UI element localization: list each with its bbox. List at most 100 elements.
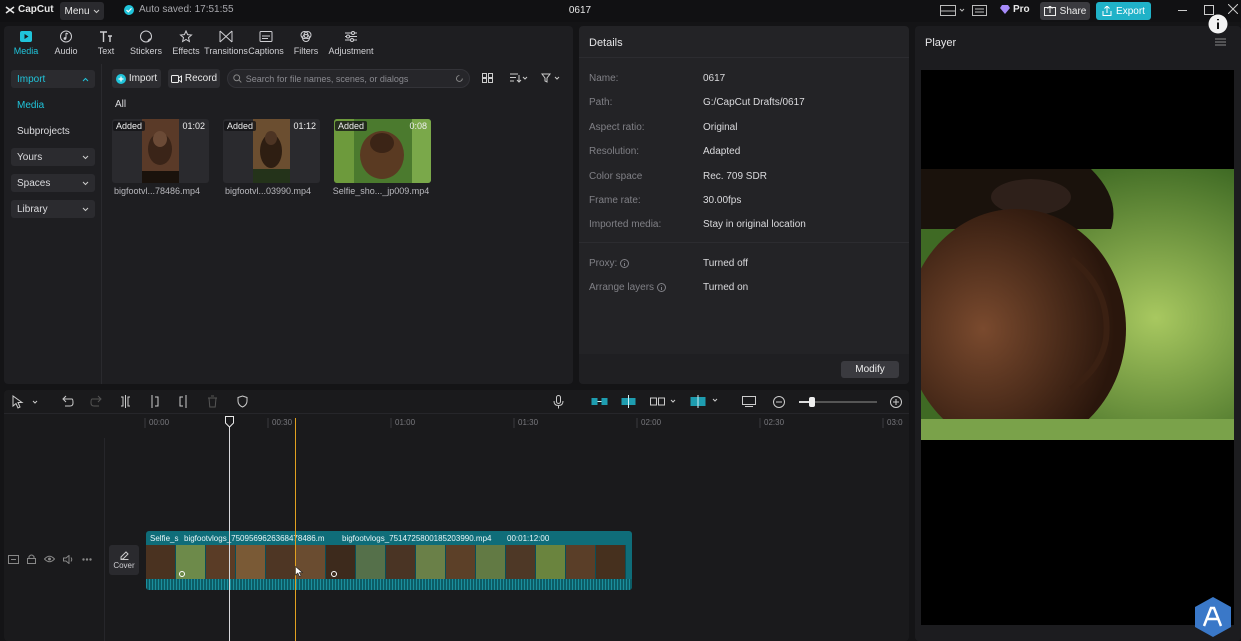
sidebar-item-library[interactable]: Library	[11, 200, 95, 218]
detail-key: Resolution:	[589, 146, 640, 157]
split-icon[interactable]	[120, 395, 131, 408]
tab-media[interactable]: Media	[6, 30, 46, 56]
keyframe-marker[interactable]	[179, 571, 185, 577]
media-clip[interactable]: Added 01:12	[223, 119, 320, 183]
captions-icon	[259, 31, 273, 42]
clip-thumbnail	[253, 119, 290, 183]
tab-adjustment[interactable]: Adjustment	[326, 30, 376, 56]
sidebar-item-label: Subprojects	[17, 125, 70, 137]
split-right-icon[interactable]	[178, 395, 189, 408]
record-label: Record	[184, 73, 218, 84]
detail-key: Proxy:	[589, 258, 703, 269]
tab-effects[interactable]: Effects	[166, 30, 206, 56]
auto-snap-icon[interactable]	[591, 396, 608, 407]
preview-axis-icon[interactable]	[690, 395, 720, 408]
sidebar-item-media[interactable]: Media	[11, 96, 95, 114]
refresh-icon[interactable]	[455, 74, 464, 83]
filter-all[interactable]: All	[115, 99, 126, 110]
cover-button[interactable]: Cover	[109, 545, 139, 575]
frame-thumbnail	[416, 545, 446, 579]
microphone-icon[interactable]	[553, 395, 564, 409]
tab-captions[interactable]: Captions	[246, 30, 286, 56]
divider	[579, 57, 909, 58]
sidebar-item-subprojects[interactable]: Subprojects	[11, 122, 95, 140]
minimize-icon[interactable]	[1178, 10, 1187, 11]
filter-icon[interactable]	[541, 73, 561, 83]
detail-key: Arrange layers	[589, 282, 703, 293]
zoom-out-icon[interactable]	[773, 396, 785, 408]
info-icon[interactable]	[1208, 14, 1228, 34]
menu-button[interactable]: Menu	[60, 2, 104, 20]
detail-key: Path:	[589, 97, 613, 108]
tick-label: 01:00	[395, 418, 416, 427]
details-title: Details	[589, 37, 623, 49]
tab-filters[interactable]: Filters	[286, 30, 326, 56]
redo-icon[interactable]	[90, 395, 103, 408]
close-icon[interactable]	[1228, 4, 1238, 14]
split-left-icon[interactable]	[149, 395, 160, 408]
check-circle-icon	[124, 4, 134, 15]
delete-icon[interactable]	[207, 395, 218, 408]
media-clip[interactable]: Added 0:08	[334, 119, 431, 183]
info-icon[interactable]	[657, 283, 667, 292]
info-icon[interactable]	[620, 259, 630, 268]
detail-row-resolution: Resolution: Adapted	[589, 146, 899, 157]
tab-audio[interactable]: Audio	[46, 30, 86, 56]
added-badge: Added	[224, 121, 257, 131]
clip-name: Selfie_sho..._jp009.mp4	[332, 186, 430, 196]
lock-icon[interactable]	[27, 554, 36, 564]
volume-icon[interactable]	[63, 554, 74, 564]
chevron-down-icon	[82, 181, 89, 185]
import-button[interactable]: Import	[112, 69, 161, 88]
export-button[interactable]: Export	[1096, 2, 1151, 20]
record-button[interactable]: Record	[168, 69, 220, 88]
playhead-handle[interactable]	[225, 416, 234, 428]
detail-value: Rec. 709 SDR	[703, 171, 767, 182]
share-button[interactable]: Share	[1040, 2, 1090, 20]
select-tool-icon[interactable]	[12, 395, 40, 409]
frame-thumbnail	[476, 545, 506, 579]
menu-icon[interactable]	[1215, 38, 1226, 46]
tab-adjustment-label: Adjustment	[328, 46, 374, 56]
detail-value: 30.00fps	[703, 195, 742, 206]
frame-thumbnail	[236, 545, 266, 579]
clip-duration: 0:08	[409, 121, 427, 131]
media-search[interactable]	[227, 69, 470, 88]
sort-icon[interactable]	[509, 73, 529, 83]
grid-view-icon[interactable]	[482, 73, 493, 83]
media-clip[interactable]: Added 01:02	[112, 119, 209, 183]
detail-row-color-space: Color space Rec. 709 SDR	[589, 171, 899, 182]
layout-icon[interactable]	[940, 5, 966, 16]
mouse-pointer-icon	[295, 566, 303, 577]
divider	[579, 242, 909, 243]
app-name: CapCut	[18, 4, 54, 15]
keyframe-marker[interactable]	[331, 571, 337, 577]
tick-label: 03:0	[887, 418, 903, 427]
tab-audio-label: Audio	[54, 46, 78, 56]
eye-icon[interactable]	[44, 555, 55, 563]
tab-transitions[interactable]: Transitions	[204, 30, 248, 56]
zoom-slider-handle[interactable]	[809, 397, 815, 407]
more-icon[interactable]	[82, 557, 92, 561]
playhead[interactable]	[229, 418, 230, 641]
tab-stickers[interactable]: Stickers	[126, 30, 166, 56]
modify-button[interactable]: Modify	[841, 361, 899, 378]
transitions-icon	[219, 30, 233, 43]
adjustment-icon	[345, 31, 357, 42]
tab-text[interactable]: Text	[86, 30, 126, 56]
sidebar-item-import[interactable]: Import	[11, 70, 95, 88]
pro-badge[interactable]: Pro	[1000, 4, 1030, 15]
sidebar-item-yours[interactable]: Yours	[11, 148, 95, 166]
video-track[interactable]: Selfie_s bigfootvlogs_750956962636847848…	[146, 531, 632, 590]
link-icon[interactable]	[650, 396, 678, 407]
detail-row-frame-rate: Frame rate: 30.00fps	[589, 195, 899, 206]
zoom-in-icon[interactable]	[890, 396, 902, 408]
search-input[interactable]	[245, 73, 452, 84]
sidebar-item-spaces[interactable]: Spaces	[11, 174, 95, 192]
shortcut-icon[interactable]	[972, 5, 987, 16]
fit-timeline-icon[interactable]	[742, 396, 756, 407]
track-thumbnail-icon[interactable]	[8, 554, 19, 564]
undo-icon[interactable]	[61, 395, 74, 408]
linkage-icon[interactable]	[621, 395, 636, 408]
shield-icon[interactable]	[237, 395, 248, 408]
